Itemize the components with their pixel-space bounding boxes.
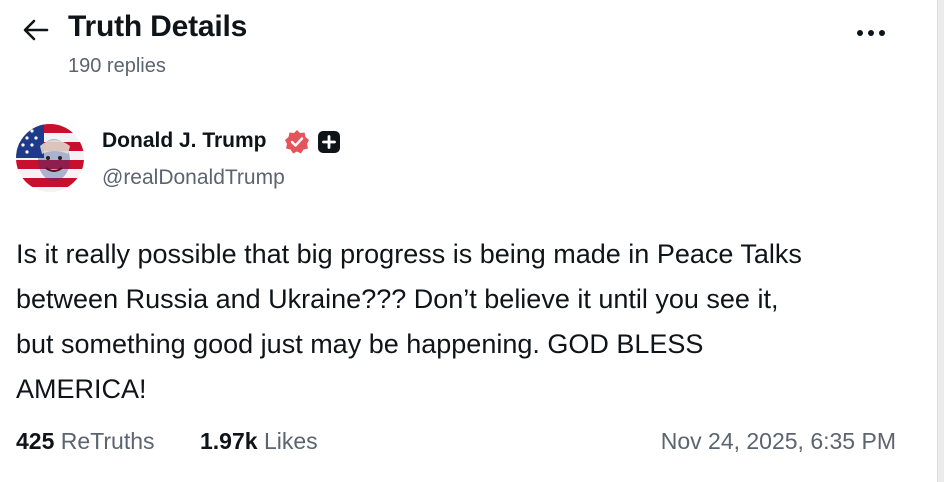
- arrow-left-icon: [23, 19, 49, 41]
- plus-badge-icon: [318, 131, 340, 153]
- post-text: Is it really possible that big progress …: [16, 239, 802, 404]
- post-stats: 425 ReTruths 1.97k Likes Nov 24, 2025, 6…: [16, 428, 916, 458]
- likes-stat[interactable]: 1.97k Likes: [200, 428, 318, 455]
- retruths-label: ReTruths: [60, 428, 155, 454]
- page-header: Truth Details 190 replies: [0, 0, 930, 90]
- likes-count: 1.97k: [200, 428, 258, 454]
- avatar[interactable]: [16, 124, 84, 192]
- scrollbar-track[interactable]: [938, 0, 944, 482]
- page-title: Truth Details: [68, 10, 248, 43]
- back-button[interactable]: [20, 14, 52, 46]
- retruths-stat[interactable]: 425 ReTruths: [16, 428, 155, 455]
- author-info: Donald J. Trump @realDonaldTrump: [16, 122, 616, 202]
- author-name[interactable]: Donald J. Trump: [102, 129, 267, 153]
- reply-count: 190 replies: [68, 55, 166, 77]
- ellipsis-icon: [857, 30, 885, 36]
- likes-label: Likes: [263, 428, 318, 454]
- retruths-count: 425: [16, 428, 55, 454]
- more-options-button[interactable]: [852, 20, 892, 46]
- avatar-image: [16, 124, 84, 192]
- post-timestamp: Nov 24, 2025, 6:35 PM: [660, 428, 896, 454]
- verified-badge-icon: [284, 129, 310, 155]
- author-handle[interactable]: @realDonaldTrump: [102, 166, 285, 190]
